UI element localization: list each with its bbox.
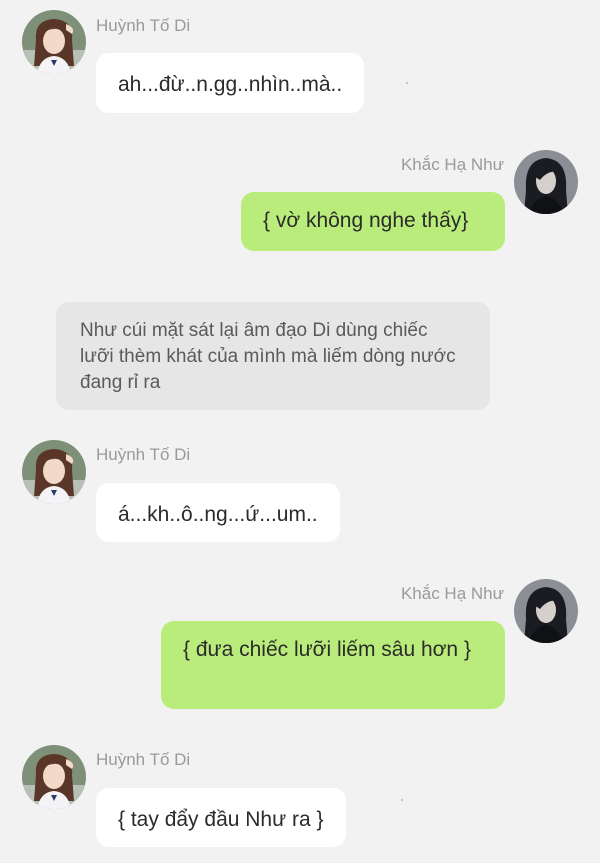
message-bubble-incoming[interactable]: { tay đẩy đầu Như ra } — [96, 788, 346, 847]
avatar-khac-ha-nhu[interactable] — [514, 150, 578, 214]
sender-name: Huỳnh Tố Di — [96, 16, 191, 35]
avatar-huynh-to-di[interactable] — [22, 10, 86, 74]
avatar-huynh-to-di[interactable] — [22, 745, 86, 809]
message-bubble-incoming[interactable]: á...kh..ô..ng...ứ...um.. — [96, 483, 340, 542]
sender-name: Khắc Hạ Như — [400, 584, 504, 603]
sender-name: Huỳnh Tố Di — [96, 445, 191, 464]
message-bubble-outgoing[interactable]: { vờ không nghe thấy} — [241, 192, 505, 251]
narration-bubble[interactable]: Như cúi mặt sát lại âm đạo Di dùng chiếc… — [56, 302, 490, 410]
sender-name: Huỳnh Tố Di — [96, 750, 191, 769]
message-bubble-incoming[interactable]: ah...đừ..n.gg..nhìn..mà.. — [96, 53, 365, 113]
speck — [401, 799, 403, 801]
avatar-huynh-to-di[interactable] — [22, 440, 86, 504]
speck — [406, 82, 408, 84]
avatar-khac-ha-nhu[interactable] — [514, 579, 578, 643]
message-bubble-outgoing[interactable]: { đưa chiếc lưỡi liếm sâu hơn } — [161, 621, 505, 709]
sender-name: Khắc Hạ Như — [400, 155, 504, 174]
